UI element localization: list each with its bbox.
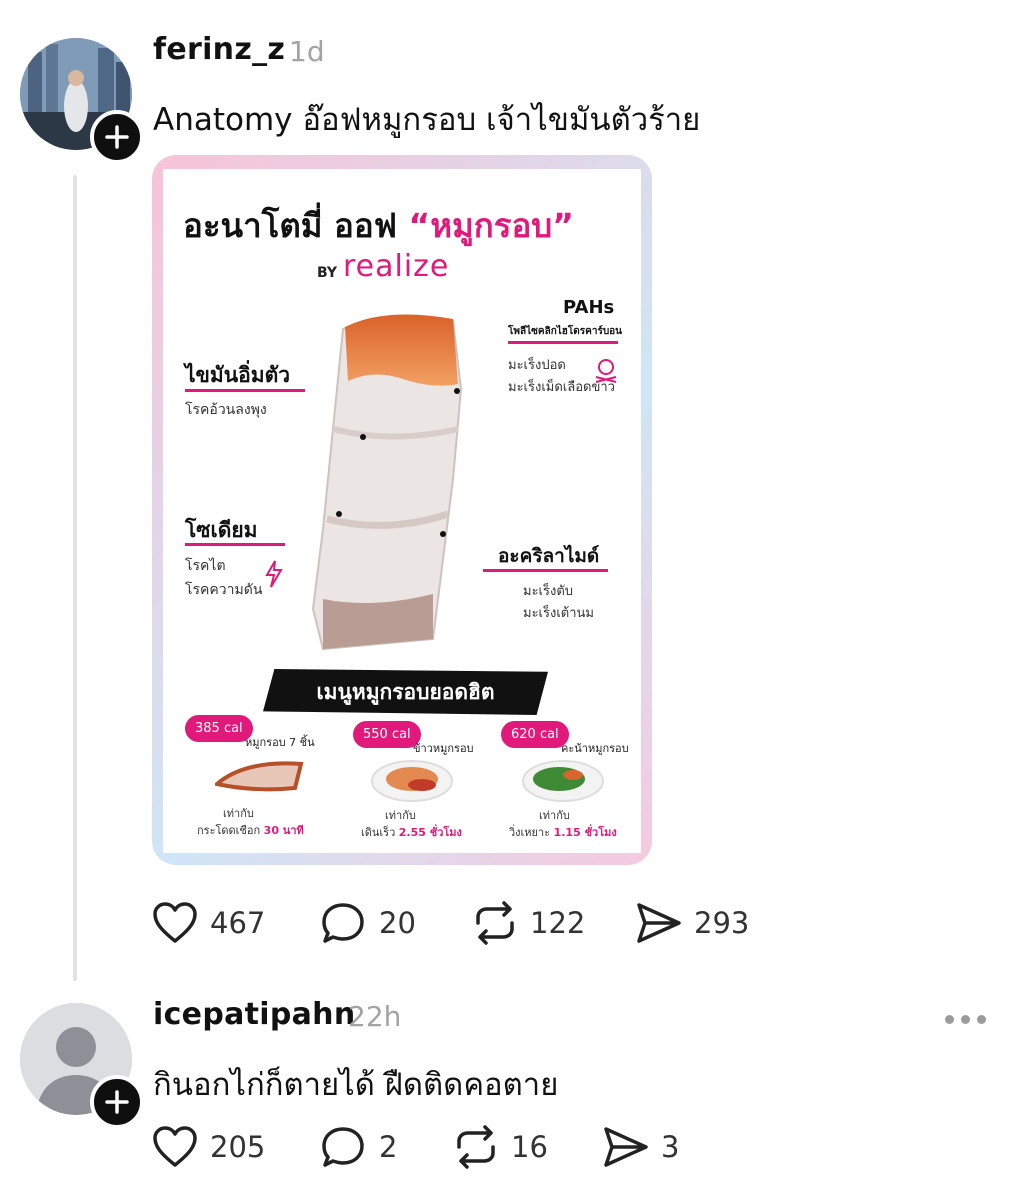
brand-logo: realize	[343, 249, 450, 284]
reply-count: 20	[379, 906, 416, 940]
menu-eq-3: เท่ากับ	[539, 809, 570, 822]
fat-effect-1: โรคอ้วนลงพุง	[185, 402, 267, 418]
comment-icon	[322, 903, 364, 943]
username[interactable]: ferinz_z	[153, 32, 285, 67]
sodium-effect-2: โรคความดัน	[185, 582, 263, 598]
plus-icon	[105, 1090, 129, 1114]
pahs-underline	[508, 341, 618, 344]
acrylamide-effect-1: มะเร็งตับ	[523, 584, 574, 599]
post-text: Anatomy อ๊อฟหมูกรอบ เจ้าไขมันตัวร้าย	[153, 102, 701, 138]
fat-title: ไขมันอิ่มตัว	[185, 363, 290, 387]
repost-count: 122	[530, 906, 586, 940]
plus-icon	[105, 125, 129, 149]
like-button[interactable]: 467	[152, 901, 265, 945]
by-label: BY	[317, 265, 338, 281]
share-button[interactable]: 293	[636, 901, 749, 945]
skull-icon	[595, 359, 617, 383]
timestamp: 1d	[289, 35, 325, 68]
heart-icon	[153, 902, 197, 943]
menu-activity-3: วิ่งเหยาะ 1.15 ชั่วโมง	[509, 826, 617, 839]
pahs-effect-1: มะเร็งปอด	[508, 358, 566, 373]
calorie-badge-1: 385 cal	[185, 715, 253, 742]
fat-underline	[185, 389, 305, 392]
menu-banner: เมนูหมูกรอบยอดฮิต	[263, 669, 548, 715]
pahs-subtitle: โพลีไซคลิกไฮโดรคาร์บอน	[508, 326, 623, 337]
timestamp: 22h	[348, 1000, 402, 1033]
share-count: 293	[694, 906, 750, 940]
share-count: 3	[661, 1130, 680, 1164]
repost-icon	[476, 901, 514, 945]
thread-line	[73, 175, 77, 981]
pork-slices-image	[215, 761, 304, 792]
dot-icon	[961, 1014, 970, 1024]
acrylamide-underline	[483, 569, 608, 572]
calorie-badge-3: 620 cal	[501, 721, 569, 748]
pork-rice-image	[371, 760, 453, 802]
acrylamide-effect-2: มะเร็งเต้านม	[523, 606, 594, 621]
reply-button[interactable]: 2	[321, 1125, 397, 1169]
sodium-effect-1: โรคไต	[185, 558, 226, 574]
like-count: 205	[210, 1130, 266, 1164]
comment-icon	[322, 1127, 364, 1167]
lightning-icon	[265, 560, 283, 588]
repost-button[interactable]: 16	[453, 1125, 548, 1169]
crispy-pork-illustration	[311, 314, 463, 651]
infographic: อะนาโตมี่ ออฟ “หมูกรอบ” BY realize PAHs …	[163, 169, 641, 853]
menu-activity-1: กระโดดเชือก 30 นาที	[197, 824, 304, 837]
follow-plus-button[interactable]	[90, 110, 144, 164]
kale-pork-image	[522, 760, 604, 802]
send-icon	[604, 1127, 648, 1167]
sodium-underline	[185, 543, 285, 546]
repost-icon	[457, 1125, 495, 1169]
calorie-badge-2: 550 cal	[353, 721, 421, 748]
menu-eq-1: เท่ากับ	[223, 807, 254, 820]
acrylamide-title: อะคริลาไมด์	[498, 545, 600, 567]
dot-icon	[945, 1014, 954, 1024]
share-button[interactable]: 3	[603, 1125, 679, 1169]
like-count: 467	[210, 906, 266, 940]
infographic-title: อะนาโตมี่ ออฟ “หมูกรอบ”	[183, 206, 574, 245]
menu-name-1: หมูกรอบ 7 ชิ้น	[245, 736, 315, 749]
like-button[interactable]: 205	[152, 1125, 265, 1169]
post-text: กินอกไก่ก็ตายได้ ฝืดติดคอตาย	[153, 1067, 559, 1103]
username[interactable]: icepatipahn	[153, 997, 356, 1032]
pahs-title: PAHs	[563, 297, 615, 318]
reply-count: 2	[379, 1130, 398, 1164]
send-icon	[637, 903, 681, 943]
repost-button[interactable]: 122	[472, 901, 585, 945]
menu-eq-2: เท่ากับ	[385, 809, 416, 822]
follow-plus-button[interactable]	[90, 1075, 144, 1129]
post-image[interactable]: อะนาโตมี่ ออฟ “หมูกรอบ” BY realize PAHs …	[152, 155, 652, 865]
menu-activity-2: เดินเร็ว 2.55 ชั่วโมง	[361, 826, 462, 839]
reply-button[interactable]: 20	[321, 901, 416, 945]
more-options-button[interactable]	[945, 1011, 989, 1027]
heart-icon	[153, 1126, 197, 1167]
repost-count: 16	[511, 1130, 548, 1164]
dot-icon	[977, 1014, 986, 1024]
